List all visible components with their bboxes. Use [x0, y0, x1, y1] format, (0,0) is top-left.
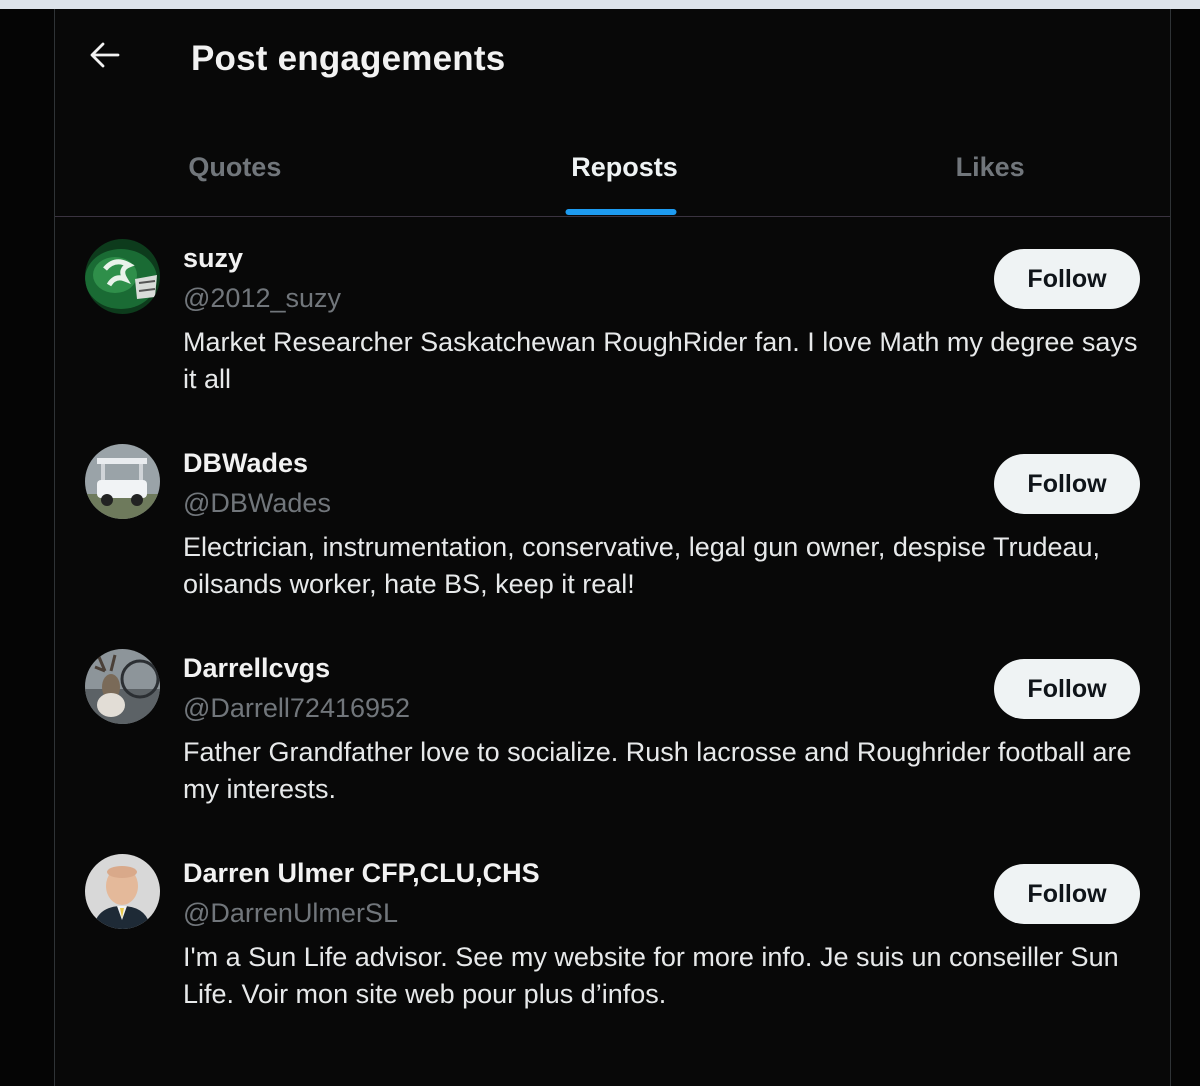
user-row[interactable]: DBWades @DBWades Electrician, instrument…	[55, 422, 1170, 627]
tab-label: Quotes	[188, 152, 282, 182]
follow-button[interactable]: Follow	[994, 864, 1140, 924]
user-bio: I'm a Sun Life advisor. See my website f…	[183, 942, 1119, 1009]
tab-quotes[interactable]: Quotes	[55, 119, 437, 216]
arrow-left-icon	[90, 42, 120, 73]
back-button[interactable]	[79, 31, 131, 83]
user-handle: @Darrell72416952	[183, 693, 411, 723]
tab-likes[interactable]: Likes	[804, 119, 1170, 216]
avatar[interactable]	[85, 854, 160, 929]
user-bio: Market Researcher Saskatchewan RoughRide…	[183, 327, 1138, 394]
user-handle: @DBWades	[183, 488, 331, 518]
avatar[interactable]	[85, 239, 160, 314]
left-gutter	[0, 9, 54, 1086]
user-name[interactable]: Darren Ulmer CFP,CLU,CHS	[183, 858, 540, 889]
page-title: Post engagements	[191, 39, 506, 78]
user-name[interactable]: DBWades	[183, 448, 308, 479]
user-name[interactable]: suzy	[183, 243, 243, 274]
engagements-panel: Post engagements Quotes Reposts Likes su…	[54, 9, 1171, 1086]
user-handle: @DarrenUlmerSL	[183, 898, 398, 928]
tab-label: Likes	[955, 152, 1025, 182]
user-bio: Electrician, instrumentation, conservati…	[183, 532, 1101, 599]
engagement-tabs: Quotes Reposts Likes	[55, 119, 1170, 217]
right-gutter	[1170, 9, 1200, 1086]
avatar[interactable]	[85, 649, 160, 724]
follow-button[interactable]: Follow	[994, 659, 1140, 719]
user-row[interactable]: Darren Ulmer CFP,CLU,CHS @DarrenUlmerSL …	[55, 832, 1170, 1037]
user-bio: Father Grandfather love to socialize. Ru…	[183, 737, 1132, 804]
user-row[interactable]: suzy @2012_suzy Market Researcher Saskat…	[55, 217, 1170, 422]
follow-button[interactable]: Follow	[994, 454, 1140, 514]
user-handle: @2012_suzy	[183, 283, 342, 313]
follow-button[interactable]: Follow	[994, 249, 1140, 309]
user-list: suzy @2012_suzy Market Researcher Saskat…	[55, 217, 1170, 1037]
tab-reposts[interactable]: Reposts	[437, 119, 805, 216]
active-tab-indicator	[565, 209, 676, 215]
user-name[interactable]: Darrellcvgs	[183, 653, 330, 684]
tab-label: Reposts	[571, 152, 678, 182]
user-row[interactable]: Darrellcvgs @Darrell72416952 Father Gran…	[55, 627, 1170, 832]
browser-top-strip	[0, 0, 1200, 9]
avatar[interactable]	[85, 444, 160, 519]
page-header: Post engagements	[55, 9, 1170, 109]
